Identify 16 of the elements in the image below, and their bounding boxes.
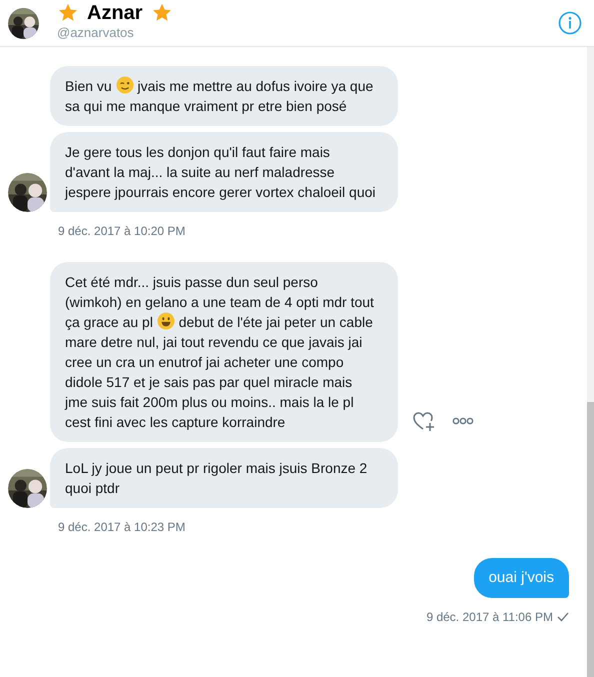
more-icon[interactable] xyxy=(452,417,474,425)
contact-handle: @aznarvatos xyxy=(57,25,135,41)
message-bubble: Bien vu jvais me mettre au dofus ivoire ya que sa qui me manque vraiment pr etre bien posé xyxy=(50,66,398,126)
message-timestamp: 9 déc. 2017 à 11:06 PM xyxy=(426,609,553,626)
message-timestamp: 9 déc. 2017 à 10:23 PM xyxy=(58,519,186,536)
contact-name: Aznar xyxy=(87,1,143,25)
message-bubble: Je gere tous les donjon qu'il faut faire mais d'avant la maj... la suite au nerf maladresse jespere jpourrais encore gerer vortex chaloeil quoi xyxy=(50,132,398,212)
message-bubble: ouai j'vois xyxy=(474,558,569,598)
message-bubble: LoL jy joue un peut pr rigoler mais jsuis Bronze 2 quoi ptdr xyxy=(50,448,398,508)
like-icon[interactable] xyxy=(412,410,436,432)
winking-face-icon xyxy=(116,76,134,94)
message-timestamp: 9 déc. 2017 à 10:20 PM xyxy=(58,223,186,240)
message-bubble: Cet été mdr... jsuis passe dun seul perso (wimkoh) en gelano a une team de 4 opti mdr tout ça grace au pl debut de l'éte jai peter un cable mare detre nul, jai tout revendu ce que javais jai cree un cra un enutrof jai acheter une compo didole 517 et je sais pas par quel miracle mais jme suis fait 200m plus ou moins.. mais la le pl cest fini avec les capture korraindre xyxy=(50,262,398,442)
smiling-face-icon xyxy=(156,312,175,330)
info-icon[interactable] xyxy=(558,11,582,35)
scrollbar-thumb[interactable] xyxy=(587,402,594,677)
